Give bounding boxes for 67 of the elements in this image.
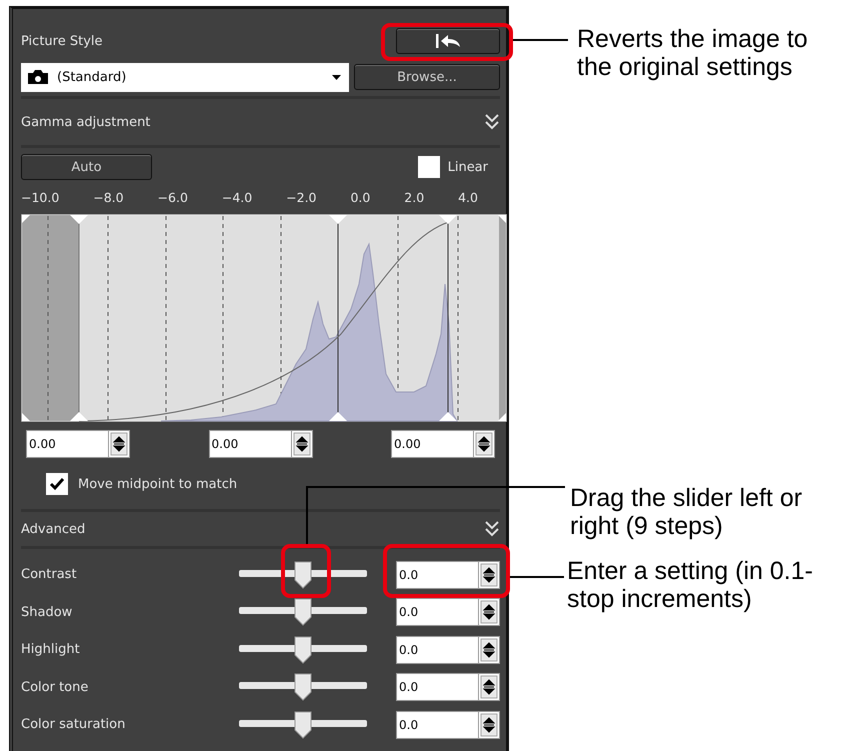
scale-label: −6.0: [158, 190, 188, 205]
number-field[interactable]: 0.00: [26, 430, 108, 458]
handle-icon[interactable]: [439, 215, 457, 224]
handle-icon[interactable]: [329, 412, 347, 421]
checkbox[interactable]: [418, 156, 440, 178]
setting-label: Shadow: [21, 604, 74, 620]
leader-line: [510, 576, 564, 578]
section-title: Advanced: [21, 522, 86, 536]
setting-label: Contrast: [21, 567, 78, 582]
leader-line: [513, 39, 568, 41]
callout-text: Enter a setting (in 0.1-stop increments): [567, 557, 814, 613]
checkbox[interactable]: [46, 473, 68, 495]
callout-text: Drag the slider left or right (9 steps): [570, 484, 804, 540]
setting-label: Color tone: [21, 680, 90, 695]
scale-label: −8.0: [93, 190, 124, 205]
scale-label: −4.0: [222, 190, 252, 205]
slider-thumb[interactable]: [294, 598, 312, 626]
handle-icon[interactable]: [329, 215, 347, 224]
style-dropdown[interactable]: (Standard): [21, 62, 349, 92]
setting-label: Highlight: [21, 642, 81, 658]
stepper-icon[interactable]: [290, 430, 312, 458]
revert-button[interactable]: [396, 28, 500, 54]
dropdown-value: (Standard): [57, 70, 126, 84]
setting-label: Color saturation: [21, 717, 126, 732]
number-field[interactable]: 0.00: [208, 430, 290, 458]
stepper-icon[interactable]: [108, 430, 130, 458]
number-field[interactable]: 0.0: [396, 598, 478, 626]
handle-icon[interactable]: [70, 412, 88, 421]
corner-icon: [22, 215, 30, 223]
slider-thumb[interactable]: [294, 636, 312, 664]
revert-icon: [434, 33, 462, 49]
callout-text: Reverts the image to the original settings: [577, 25, 809, 81]
number-field[interactable]: 0.0: [396, 636, 478, 664]
section-title: Gamma adjustment: [21, 114, 150, 130]
slider-thumb[interactable]: [294, 673, 312, 702]
checkbox-label: Move midpoint to match: [78, 476, 238, 492]
stepper-icon[interactable]: [478, 598, 500, 626]
stepper-icon[interactable]: [478, 673, 500, 702]
handle-icon[interactable]: [439, 412, 457, 421]
number-field[interactable]: 0.00: [391, 430, 473, 458]
corner-icon: [498, 215, 506, 223]
handle-icon[interactable]: [70, 215, 88, 224]
auto-button[interactable]: Auto: [21, 154, 152, 180]
browse-button[interactable]: Browse...: [354, 64, 500, 90]
chevron-icon[interactable]: [484, 520, 500, 538]
number-field[interactable]: 0.0: [396, 710, 478, 739]
stepper-icon[interactable]: [478, 636, 500, 664]
scale-label: 2.0: [404, 190, 424, 205]
section-title: Picture Style: [21, 34, 102, 48]
chevron-icon[interactable]: [484, 113, 500, 131]
stepper-icon[interactable]: [478, 560, 500, 589]
checkbox-label: Linear: [448, 160, 488, 174]
corner-icon: [498, 413, 506, 421]
scale-label: 4.0: [458, 190, 478, 205]
scale-label: −2.0: [286, 190, 316, 205]
corner-icon: [22, 413, 30, 421]
stepper-icon[interactable]: [478, 710, 500, 739]
number-field[interactable]: 0.0: [396, 673, 478, 702]
stepper-icon[interactable]: [473, 430, 495, 458]
slider-thumb[interactable]: [294, 560, 312, 589]
slider-thumb[interactable]: [294, 710, 312, 739]
scale-label: 0.0: [350, 190, 370, 205]
camera-icon: [27, 69, 49, 85]
number-field[interactable]: 0.0: [396, 560, 478, 589]
scale-label: −10.0: [21, 190, 60, 205]
highlight-frame: [281, 544, 331, 598]
caret-icon[interactable]: [332, 74, 341, 80]
